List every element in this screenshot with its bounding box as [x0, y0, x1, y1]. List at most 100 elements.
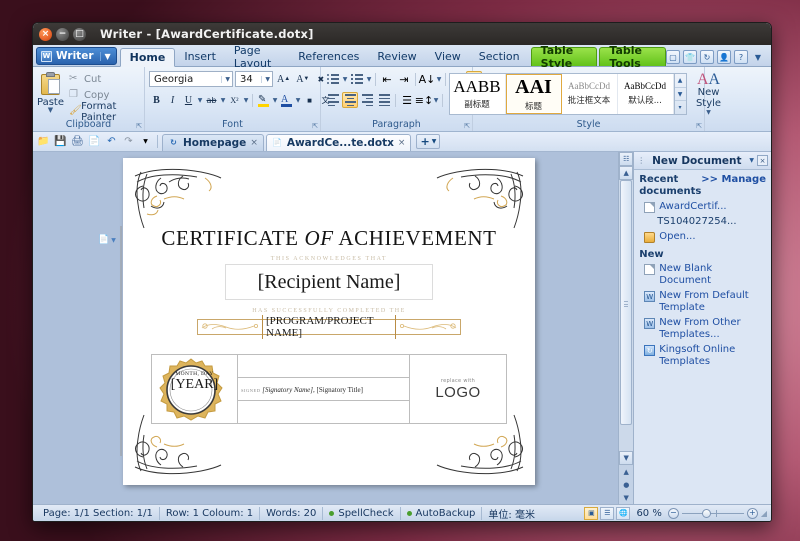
- signature-cell[interactable]: SIGNED [Signatory Name], [Signatory Titl…: [238, 355, 410, 423]
- print-preview-icon[interactable]: 📄: [87, 134, 102, 149]
- previous-page-button[interactable]: ▲: [619, 465, 633, 478]
- chevron-down-icon[interactable]: ▼: [272, 97, 278, 104]
- print-icon[interactable]: 🖨: [70, 134, 85, 149]
- cut-button[interactable]: Cut: [66, 72, 140, 87]
- style-item-title[interactable]: AAI 标题: [506, 74, 562, 114]
- help-icon[interactable]: ?: [734, 50, 748, 64]
- next-page-button[interactable]: ▼: [619, 491, 633, 504]
- program-name-field[interactable]: [PROGRAM/PROJECT NAME]: [197, 319, 461, 335]
- status-word-count[interactable]: Words: 20: [260, 507, 323, 520]
- highlight-color-button[interactable]: ✎: [256, 92, 271, 108]
- vertical-scrollbar[interactable]: ☷ ▲ ▼ ▲ ● ▼: [618, 152, 633, 504]
- tab-insert[interactable]: Insert: [175, 47, 225, 66]
- numbered-list-button[interactable]: [349, 71, 365, 87]
- save-icon[interactable]: 💾: [53, 134, 68, 149]
- tab-home[interactable]: Home: [120, 48, 176, 67]
- chevron-down-icon[interactable]: ▼: [436, 76, 442, 83]
- view-print-layout-button[interactable]: ▣: [584, 507, 598, 520]
- scrollbar-thumb[interactable]: [620, 180, 632, 425]
- paragraph-dialog-launcher[interactable]: ⇱: [464, 122, 470, 130]
- image-icon[interactable]: ▢: [666, 50, 680, 64]
- tab-section[interactable]: Section: [470, 47, 529, 66]
- distribute-button[interactable]: ☰: [399, 92, 415, 108]
- logo-cell[interactable]: replace with LOGO: [410, 355, 506, 423]
- strikethrough-button[interactable]: ab: [204, 92, 219, 108]
- font-family-combo[interactable]: Georgia ▼: [149, 71, 233, 87]
- text-shading-button[interactable]: ■: [302, 92, 317, 108]
- new-from-other-templates-item[interactable]: W New From Other Templates...: [639, 317, 766, 341]
- chevron-down-icon[interactable]: ▼: [749, 157, 754, 164]
- task-pane-grip-icon[interactable]: ⋮: [637, 156, 644, 165]
- superscript-button[interactable]: X²: [227, 92, 242, 108]
- open-document-item[interactable]: Open...: [639, 231, 766, 243]
- tab-review[interactable]: Review: [368, 47, 425, 66]
- view-web-layout-button[interactable]: 🌐: [616, 507, 630, 520]
- close-window-button[interactable]: ×: [39, 28, 52, 41]
- style-item-comment-text[interactable]: AaBbCcDd 批注框文本: [562, 74, 618, 114]
- chevron-down-icon[interactable]: ▼: [751, 50, 765, 64]
- chevron-down-icon[interactable]: ▼: [342, 76, 348, 83]
- increase-indent-button[interactable]: ⇥: [396, 71, 412, 87]
- tab-table-style[interactable]: Table Style: [531, 47, 598, 66]
- tab-view[interactable]: View: [426, 47, 470, 66]
- new-style-button[interactable]: AA New Style ▼: [689, 73, 729, 116]
- bold-button[interactable]: B: [149, 92, 164, 108]
- chevron-down-icon[interactable]: ▼: [243, 97, 249, 104]
- recent-item-award-certificate[interactable]: AwardCertif...: [639, 201, 766, 213]
- paste-button[interactable]: Paste ▼: [37, 71, 64, 113]
- status-row-column[interactable]: Row: 1 Coloum: 1: [160, 507, 260, 520]
- document-page[interactable]: 📄▼: [123, 158, 535, 485]
- scrollbar-track[interactable]: [619, 180, 633, 451]
- scroll-down-icon[interactable]: ▼: [675, 88, 686, 102]
- chevron-down-icon[interactable]: ▼: [197, 97, 203, 104]
- resize-grip-icon[interactable]: ◢: [761, 509, 767, 518]
- autofit-options-icon[interactable]: 📄▼: [101, 234, 113, 246]
- font-color-button[interactable]: A: [279, 92, 294, 108]
- status-units[interactable]: 单位: 毫米: [482, 507, 541, 520]
- scroll-down-button[interactable]: ▼: [619, 451, 633, 465]
- new-from-default-template-item[interactable]: W New From Default Template: [639, 290, 766, 314]
- doc-tab-award-certificate[interactable]: 📄 AwardCe...te.dotx ×: [266, 134, 412, 151]
- close-icon[interactable]: ×: [398, 138, 406, 148]
- font-size-combo[interactable]: 34 ▼: [235, 71, 273, 87]
- scroll-up-button[interactable]: ▲: [619, 166, 633, 180]
- seal-cell[interactable]: MONTH, DAY [YEAR]: [152, 355, 238, 423]
- font-dialog-launcher[interactable]: ⇱: [312, 122, 318, 130]
- document-canvas[interactable]: 📄▼: [33, 152, 618, 504]
- style-gallery-scroll[interactable]: ▲ ▼ ▾: [674, 74, 686, 114]
- grow-font-button[interactable]: A▲: [275, 71, 292, 87]
- align-right-button[interactable]: [359, 92, 375, 108]
- style-item-default-paragraph[interactable]: AaBbCcDd 默认段...: [618, 74, 674, 114]
- zoom-out-button[interactable]: −: [668, 508, 679, 519]
- tab-page-layout[interactable]: Page Layout: [225, 47, 289, 66]
- italic-button[interactable]: I: [165, 92, 180, 108]
- redo-icon[interactable]: ↷: [121, 134, 136, 149]
- status-spellcheck[interactable]: SpellCheck: [323, 507, 400, 520]
- tab-references[interactable]: References: [289, 47, 368, 66]
- split-view-icon[interactable]: ☷: [619, 152, 633, 166]
- app-menu-button[interactable]: W Writer ▼: [36, 47, 117, 65]
- zoom-in-button[interactable]: +: [747, 508, 758, 519]
- status-page-section[interactable]: Page: 1/1 Section: 1/1: [37, 507, 160, 520]
- undo-icon[interactable]: ↶: [104, 134, 119, 149]
- kingsoft-online-templates-item[interactable]: ↻ Kingsoft Online Templates: [639, 344, 766, 368]
- recipient-name-field[interactable]: [Recipient Name]: [225, 264, 433, 300]
- shrink-font-button[interactable]: A▼: [294, 71, 311, 87]
- clipboard-dialog-launcher[interactable]: ⇱: [136, 122, 142, 130]
- sort-button[interactable]: A↓: [419, 71, 435, 87]
- align-left-button[interactable]: [325, 92, 341, 108]
- minimize-window-button[interactable]: −: [56, 28, 69, 41]
- recent-item-ts104027254[interactable]: TS104027254...: [639, 216, 766, 228]
- new-blank-document-item[interactable]: New Blank Document: [639, 263, 766, 287]
- chevron-down-icon[interactable]: ▼: [295, 97, 301, 104]
- decrease-indent-button[interactable]: ⇤: [379, 71, 395, 87]
- user-icon[interactable]: 👤: [717, 50, 731, 64]
- chevron-down-icon[interactable]: ▼: [220, 97, 226, 104]
- doc-tab-homepage[interactable]: ↻ Homepage ×: [162, 134, 264, 151]
- tab-table-tools[interactable]: Table Tools: [599, 47, 666, 66]
- status-autobackup[interactable]: AutoBackup: [401, 507, 483, 520]
- scroll-up-icon[interactable]: ▲: [675, 74, 686, 88]
- view-outline-button[interactable]: ☰: [600, 507, 614, 520]
- style-more-icon[interactable]: ▾: [675, 101, 686, 114]
- close-task-pane-button[interactable]: ×: [757, 155, 768, 166]
